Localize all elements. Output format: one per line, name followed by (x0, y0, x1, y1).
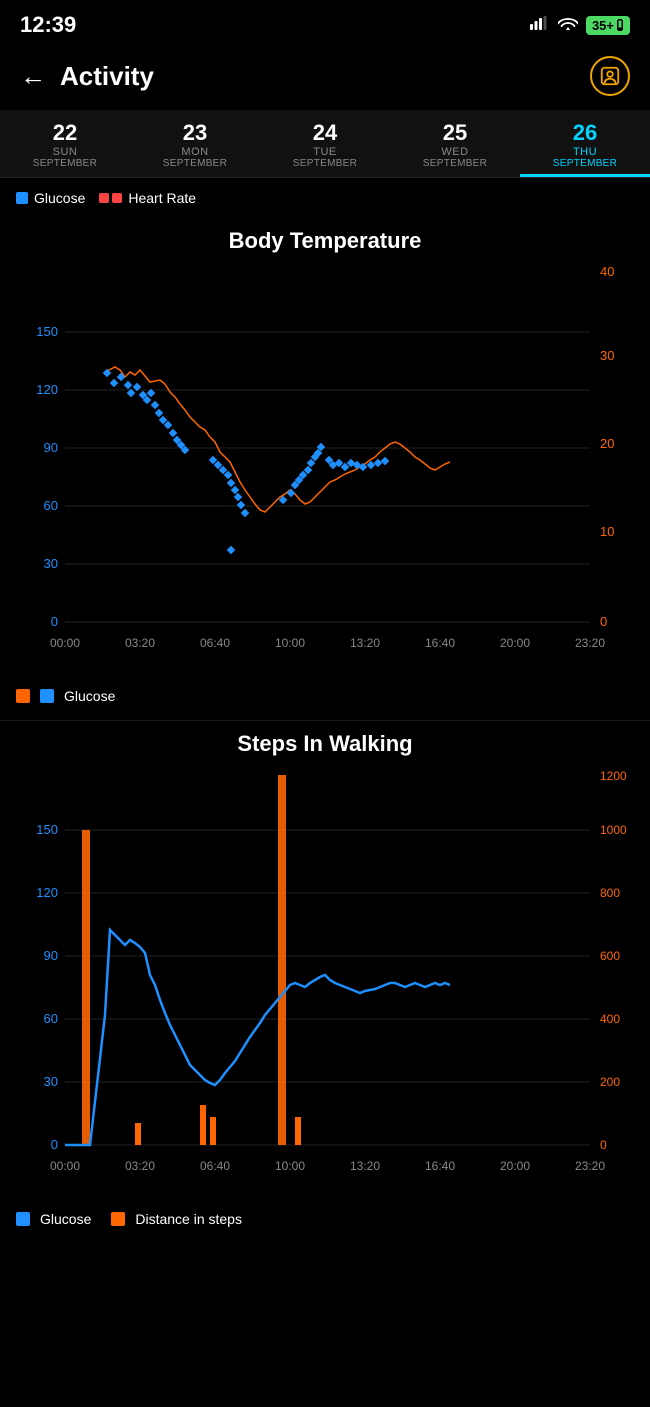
svg-text:90: 90 (44, 440, 58, 455)
legend-glucose: Glucose (16, 190, 85, 206)
svg-text:13:20: 13:20 (350, 1159, 380, 1173)
date-item-tue[interactable]: 24 TUE SEPTEMBER (260, 110, 390, 177)
steps-walking-title: Steps In Walking (0, 731, 650, 757)
date-month: SEPTEMBER (423, 158, 487, 169)
glucose-steps-label: Glucose (40, 1211, 91, 1227)
date-day: SUN (53, 146, 78, 158)
svg-text:20:00: 20:00 (500, 636, 530, 650)
svg-text:06:40: 06:40 (200, 1159, 230, 1173)
svg-text:60: 60 (44, 1011, 58, 1026)
body-temperature-chart: 0 30 60 90 120 150 0 10 20 30 40 00:00 0… (10, 262, 640, 682)
date-month: SEPTEMBER (553, 158, 617, 169)
svg-text:40: 40 (600, 264, 614, 279)
signal-icon (530, 16, 550, 35)
date-number: 26 (573, 120, 597, 146)
svg-text:0: 0 (600, 614, 607, 629)
svg-text:06:40: 06:40 (200, 636, 230, 650)
body-temperature-title: Body Temperature (0, 228, 650, 254)
svg-text:23:20: 23:20 (575, 1159, 605, 1173)
date-item-thu[interactable]: 26 THU SEPTEMBER (520, 110, 650, 177)
svg-text:30: 30 (44, 556, 58, 571)
distance-steps-label: Distance in steps (135, 1211, 242, 1227)
date-number: 24 (313, 120, 337, 146)
date-navigation: 22 SUN SEPTEMBER 23 MON SEPTEMBER 24 TUE… (0, 110, 650, 178)
date-number: 23 (183, 120, 207, 146)
header-left: ← Activity (20, 61, 154, 92)
orange-swatch (16, 689, 30, 703)
steps-walking-section: Steps In Walking 0 30 60 90 120 150 0 20… (0, 721, 650, 1243)
glucose-bottom-label: Glucose (64, 688, 115, 704)
svg-text:03:20: 03:20 (125, 636, 155, 650)
steps-svg: 0 30 60 90 120 150 0 200 400 600 800 100… (10, 765, 640, 1205)
svg-text:600: 600 (600, 949, 620, 963)
blue-swatch-steps (16, 1212, 30, 1226)
status-icons: 35+ (530, 16, 630, 35)
glucose-label: Glucose (34, 190, 85, 206)
date-month: SEPTEMBER (163, 158, 227, 169)
date-month: SEPTEMBER (293, 158, 357, 169)
header: ← Activity (0, 46, 650, 110)
heart-rate-swatch-2 (112, 193, 122, 203)
svg-text:16:40: 16:40 (425, 1159, 455, 1173)
date-item-mon[interactable]: 23 MON SEPTEMBER (130, 110, 260, 177)
svg-text:150: 150 (36, 324, 58, 339)
back-button[interactable]: ← (20, 61, 46, 92)
glucose-color-swatch (16, 192, 28, 204)
chart-legend: Glucose Heart Rate (0, 178, 650, 218)
body-temp-svg: 0 30 60 90 120 150 0 10 20 30 40 00:00 0… (10, 262, 640, 682)
svg-text:13:20: 13:20 (350, 636, 380, 650)
heart-rate-swatch-1 (99, 193, 109, 203)
orange-swatch-steps (111, 1212, 125, 1226)
svg-text:400: 400 (600, 1012, 620, 1026)
svg-text:20:00: 20:00 (500, 1159, 530, 1173)
svg-text:20: 20 (600, 436, 614, 451)
body-temperature-section: Body Temperature 0 30 60 90 120 150 0 10… (0, 218, 650, 720)
wifi-icon (558, 16, 578, 35)
svg-text:10:00: 10:00 (275, 636, 305, 650)
steps-legend-bottom: Glucose Distance in steps (0, 1205, 650, 1233)
svg-text:10:00: 10:00 (275, 1159, 305, 1173)
svg-text:23:20: 23:20 (575, 636, 605, 650)
battery-badge: 35+ (586, 16, 630, 35)
steps-walking-chart: 0 30 60 90 120 150 0 200 400 600 800 100… (10, 765, 640, 1205)
svg-text:0: 0 (600, 1138, 607, 1152)
date-item-wed[interactable]: 25 WED SEPTEMBER (390, 110, 520, 177)
date-day: WED (441, 146, 468, 158)
date-number: 22 (53, 120, 77, 146)
svg-text:1200: 1200 (600, 769, 627, 783)
svg-text:0: 0 (51, 614, 58, 629)
svg-text:800: 800 (600, 886, 620, 900)
blue-swatch (40, 689, 54, 703)
date-day: TUE (313, 146, 337, 158)
profile-icon-button[interactable] (590, 56, 630, 96)
svg-text:120: 120 (36, 382, 58, 397)
svg-text:30: 30 (600, 348, 614, 363)
svg-text:03:20: 03:20 (125, 1159, 155, 1173)
status-time: 12:39 (20, 12, 76, 38)
svg-text:00:00: 00:00 (50, 1159, 80, 1173)
page-title: Activity (60, 61, 154, 92)
svg-text:90: 90 (44, 948, 58, 963)
svg-text:1000: 1000 (600, 823, 627, 837)
legend-heart-rate: Heart Rate (99, 190, 196, 206)
body-temp-legend-bottom: Glucose (0, 682, 650, 710)
svg-text:16:40: 16:40 (425, 636, 455, 650)
svg-text:200: 200 (600, 1075, 620, 1089)
date-day: THU (573, 146, 597, 158)
heart-rate-label: Heart Rate (128, 190, 196, 206)
svg-text:120: 120 (36, 885, 58, 900)
svg-text:00:00: 00:00 (50, 636, 80, 650)
status-bar: 12:39 35+ (0, 0, 650, 46)
date-day: MON (181, 146, 208, 158)
svg-text:10: 10 (600, 524, 614, 539)
date-month: SEPTEMBER (33, 158, 97, 169)
svg-text:150: 150 (36, 822, 58, 837)
date-number: 25 (443, 120, 467, 146)
svg-text:0: 0 (51, 1137, 58, 1152)
svg-text:60: 60 (44, 498, 58, 513)
svg-text:30: 30 (44, 1074, 58, 1089)
date-item-sun[interactable]: 22 SUN SEPTEMBER (0, 110, 130, 177)
